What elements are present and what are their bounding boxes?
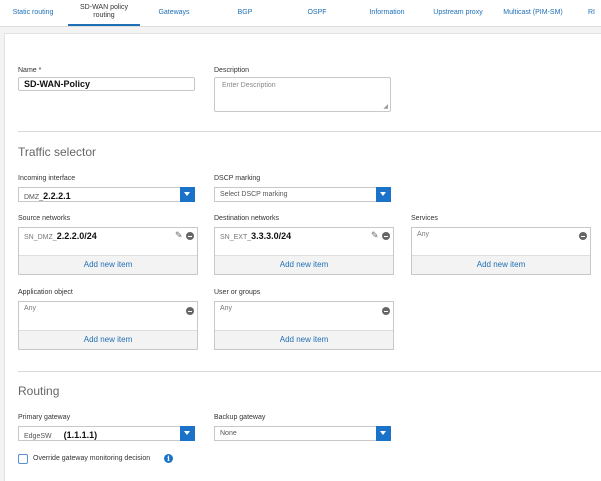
tab-sd-wan-policy-routing[interactable]: SD-WAN policy routing (68, 0, 140, 26)
chevron-down-icon[interactable] (376, 187, 391, 202)
minus-circle-icon[interactable] (382, 232, 390, 240)
tab-multicast[interactable]: Multicast (PIM-SM) (496, 0, 570, 26)
add-new-item-button[interactable]: Add new item (19, 330, 197, 349)
chevron-down-icon[interactable] (180, 187, 195, 202)
resize-handle-icon[interactable]: ◢ (383, 103, 388, 110)
chevron-down-icon[interactable] (376, 426, 391, 441)
source-networks-label: Source networks (18, 215, 71, 222)
incoming-interface-label: Incoming interface (18, 175, 76, 182)
user-or-groups-label: User or groups (214, 289, 261, 296)
backup-gateway-label: Backup gateway (214, 414, 266, 421)
primary-gateway-select[interactable]: EdgeSW (1.1.1.1) (18, 426, 195, 441)
add-new-item-button[interactable]: Add new item (19, 255, 197, 274)
traffic-selector-title: Traffic selector (18, 145, 97, 159)
override-gateway-label: Override gateway monitoring decision (33, 455, 151, 462)
minus-circle-icon[interactable] (382, 307, 390, 315)
pencil-icon[interactable]: ✎ (175, 230, 185, 240)
list-item: Any (24, 305, 37, 312)
description-label: Description (214, 67, 250, 74)
incoming-interface-select[interactable]: DMZ_2.2.2.1 (18, 187, 195, 202)
dscp-marking-label: DSCP marking (214, 175, 261, 182)
minus-circle-icon[interactable] (186, 232, 194, 240)
user-or-groups-list: Any Add new item (214, 301, 394, 350)
chevron-down-icon[interactable] (180, 426, 195, 441)
add-new-item-button[interactable]: Add new item (215, 255, 393, 274)
tab-label: RI (588, 9, 595, 16)
services-list: Any Add new item (411, 227, 591, 275)
tab-upstream-proxy[interactable]: Upstream proxy (428, 0, 488, 26)
tab-gateways[interactable]: Gateways (150, 0, 198, 26)
name-value: SD-WAN-Policy (24, 79, 91, 89)
primary-gateway-label: Primary gateway (18, 414, 71, 421)
info-icon[interactable]: i (164, 454, 173, 463)
list-item: SN_EXT_3.3.3.0/24 (220, 231, 292, 241)
tab-bar: Static routing SD-WAN policy routing Gate… (0, 0, 601, 27)
application-object-label: Application object (18, 289, 73, 296)
add-new-item-button[interactable]: Add new item (215, 330, 393, 349)
tab-label: Information (369, 9, 405, 16)
tab-label: SD-WAN policy routing (80, 4, 128, 19)
override-gateway-checkbox[interactable] (18, 454, 28, 464)
list-item: SN_DMZ_2.2.2.0/24 (24, 231, 97, 241)
destination-networks-label: Destination networks (214, 215, 279, 222)
tab-ri[interactable]: RI (588, 0, 601, 26)
tab-ospf[interactable]: OSPF (300, 0, 334, 26)
backup-gateway-select[interactable]: None (214, 426, 391, 441)
name-label: Name * (18, 67, 42, 74)
name-input[interactable]: SD-WAN-Policy (18, 77, 195, 91)
tab-label: BGP (237, 9, 253, 16)
dscp-marking-select[interactable]: Select DSCP marking (214, 187, 391, 202)
routing-title: Routing (18, 384, 60, 398)
services-label: Services (411, 215, 438, 222)
add-new-item-button[interactable]: Add new item (412, 255, 590, 274)
description-textarea[interactable]: Enter Description ◢ (214, 77, 391, 112)
description-placeholder: Enter Description (222, 82, 276, 89)
list-item: Any (417, 231, 430, 238)
destination-networks-list: SN_EXT_3.3.3.0/24 ✎ Add new item (214, 227, 394, 275)
divider (18, 371, 601, 372)
tab-label: OSPF (307, 9, 327, 16)
tab-label: Static routing (12, 9, 54, 16)
tab-information[interactable]: Information (362, 0, 412, 26)
tab-static-routing[interactable]: Static routing (4, 0, 62, 26)
minus-circle-icon[interactable] (186, 307, 194, 315)
source-networks-list: SN_DMZ_2.2.2.0/24 ✎ Add new item (18, 227, 198, 275)
primary-gateway-value: EdgeSW (1.1.1.1) (24, 430, 98, 440)
list-item: Any (220, 305, 233, 312)
backup-gateway-value: None (220, 430, 237, 437)
tab-label: Multicast (PIM-SM) (503, 9, 563, 16)
pencil-icon[interactable]: ✎ (371, 230, 381, 240)
divider (18, 131, 601, 132)
application-object-list: Any Add new item (18, 301, 198, 350)
form-panel: Name * SD-WAN-Policy Description Enter D… (4, 33, 601, 481)
tab-bgp[interactable]: BGP (230, 0, 260, 26)
tab-label: Gateways (158, 9, 190, 16)
minus-circle-icon[interactable] (579, 232, 587, 240)
dscp-marking-value: Select DSCP marking (220, 191, 288, 198)
incoming-interface-value: DMZ_2.2.2.1 (24, 191, 71, 201)
tab-label: Upstream proxy (433, 9, 483, 16)
